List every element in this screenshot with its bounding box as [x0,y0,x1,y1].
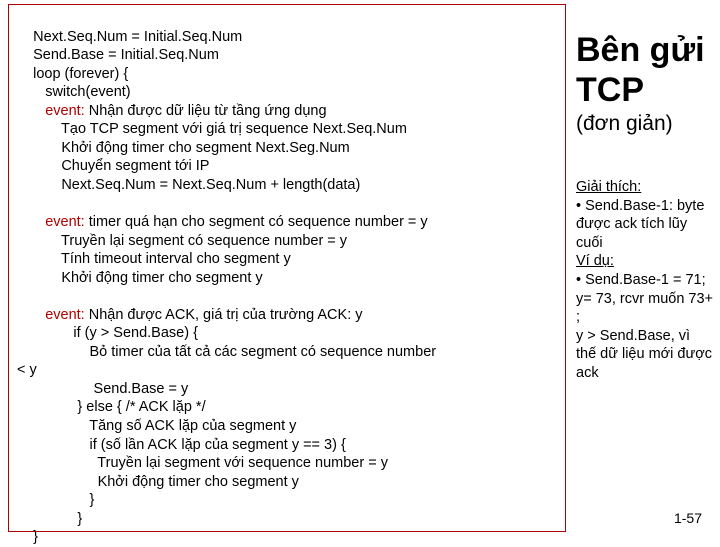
code-line: Next.Seq.Num = Next.Seq.Num + length(dat… [17,177,360,193]
code-line: Bỏ timer của tất cả các segment có seque… [17,344,436,360]
notes-line: • Send.Base-1: byte được ack tích lũy cu… [576,197,714,253]
code-line: } [17,511,82,527]
notes-line: • Send.Base-1 = 71; y= 73, rcvr muốn 73+… [576,271,714,327]
code-line: Khởi động timer cho segment y [17,474,299,490]
code-line: switch(event) [17,84,131,100]
event-keyword: event: [45,103,85,119]
code-line: } [17,529,38,545]
code-line: } else { /* ACK lặp */ [17,399,206,415]
code-line: Khởi động timer cho segment Next.Seg.Num [17,140,350,156]
slide-title-line1: Bên gửi [576,30,714,70]
code-line: Next.Seq.Num = Initial.Seq.Num [17,29,242,45]
code-line: Truyền lại segment có sequence number = … [17,233,347,249]
code-line: } [17,492,94,508]
notes-line: y > Send.Base, vì thế dữ liệu mới được a… [576,327,714,383]
code-line: Tạo TCP segment với giá trị sequence Nex… [17,121,407,137]
code-line: if (y > Send.Base) { [17,325,198,341]
code-line: Tính timeout interval cho segment y [17,251,291,267]
code-line: event: Nhận được ACK, giá trị của trường… [17,307,363,323]
code-line: Send.Base = y [17,381,188,397]
code-line: < y [17,362,37,378]
code-line: Khởi động timer cho segment y [17,270,263,286]
code-line: if (số lần ACK lặp của segment y == 3) { [17,437,346,453]
page-number: 1-57 [674,510,702,526]
notes-subhead: Ví dụ: [576,252,714,271]
code-line: Tăng số ACK lặp của segment y [17,418,296,434]
code-line: Truyền lại segment với sequence number =… [17,455,388,471]
code-line: Send.Base = Initial.Seq.Num [17,47,219,63]
slide-title-line2: TCP [576,70,714,110]
notes-block: Giải thích: • Send.Base-1: byte được ack… [576,178,714,382]
code-line: event: timer quá hạn cho segment có sequ… [17,214,428,230]
code-line: event: Nhận được dữ liệu từ tầng ứng dụn… [17,103,327,119]
code-line: loop (forever) { [17,66,128,82]
slide-subtitle: (đơn giản) [576,112,714,136]
right-panel: Bên gửi TCP (đơn giản) Giải thích: • Sen… [576,30,714,382]
notes-heading: Giải thích: [576,178,714,197]
code-line: Chuyển segment tới IP [17,158,209,174]
code-block: Next.Seq.Num = Initial.Seq.Num Send.Base… [8,4,566,532]
event-keyword: event: [45,307,85,323]
event-keyword: event: [45,214,85,230]
